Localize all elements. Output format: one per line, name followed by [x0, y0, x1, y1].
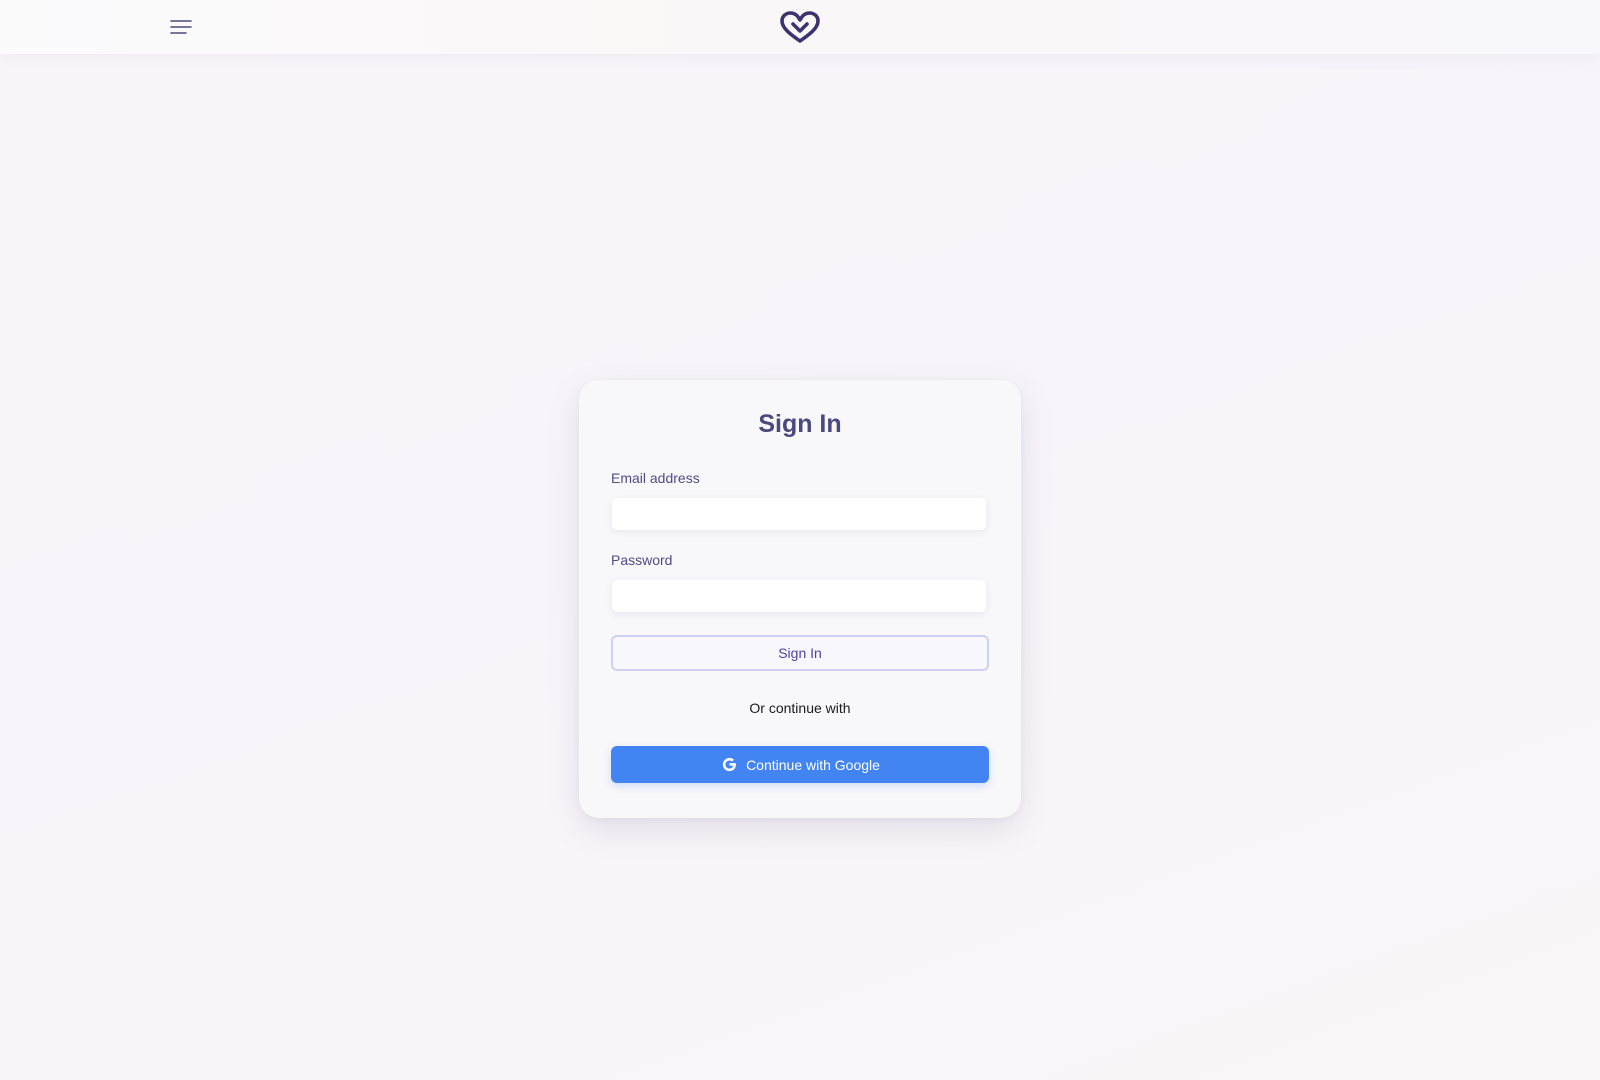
- signin-title: Sign In: [758, 410, 842, 438]
- email-label: Email address: [611, 470, 700, 486]
- hamburger-menu-icon: [170, 20, 192, 34]
- top-bar: [0, 0, 1600, 54]
- email-field[interactable]: [612, 498, 986, 530]
- password-field[interactable]: [612, 580, 986, 612]
- google-signin-button[interactable]: Continue with Google: [611, 746, 989, 783]
- password-label: Password: [611, 552, 673, 568]
- or-continue-divider: Or continue with: [749, 700, 851, 716]
- signin-card: Sign In Email address Password Sign In O…: [579, 380, 1021, 818]
- heart-logo-icon[interactable]: [778, 10, 822, 44]
- google-button-label: Continue with Google: [746, 756, 880, 773]
- google-g-icon: [720, 756, 738, 774]
- menu-button[interactable]: [166, 15, 196, 39]
- signin-button[interactable]: Sign In: [611, 635, 989, 671]
